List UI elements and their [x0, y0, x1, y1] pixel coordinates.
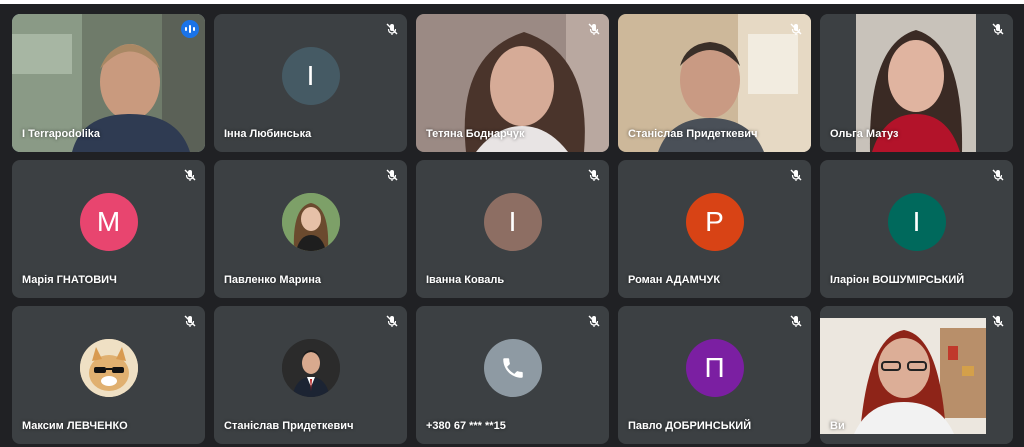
participant-name: Ви	[830, 420, 845, 432]
participant-name: Тетяна Боднарчук	[426, 128, 525, 140]
participant-tile[interactable]: Павленко Марина	[214, 160, 407, 298]
mic-off-icon	[183, 314, 197, 328]
participant-name: Іларіон ВОШУМІРСЬКИЙ	[830, 274, 965, 286]
audio-level-icon	[181, 20, 199, 38]
mic-off-icon	[991, 314, 1005, 328]
mic-off-icon	[789, 168, 803, 182]
participant-tile[interactable]: I Terrapodolika	[12, 14, 205, 152]
mic-off-icon	[385, 22, 399, 36]
participant-tile[interactable]: P Роман АДАМЧУК	[618, 160, 811, 298]
mic-off-icon	[385, 168, 399, 182]
avatar: P	[685, 193, 744, 251]
mic-off-icon	[991, 22, 1005, 36]
mic-off-icon	[991, 168, 1005, 182]
participant-tile[interactable]: Ольга Матуз	[820, 14, 1013, 152]
mic-off-icon	[587, 314, 601, 328]
avatar-photo	[79, 339, 138, 397]
avatar-photo	[281, 193, 340, 251]
phone-icon	[483, 339, 542, 397]
participant-name: Іванна Коваль	[426, 274, 505, 286]
mic-off-icon	[385, 314, 399, 328]
participant-tile[interactable]: I Іларіон ВОШУМІРСЬКИЙ	[820, 160, 1013, 298]
participant-name: Інна Любинська	[224, 128, 312, 140]
avatar: I	[483, 193, 542, 251]
participant-video	[820, 306, 1013, 444]
mic-off-icon	[183, 168, 197, 182]
participant-tile[interactable]: I Іванна Коваль	[416, 160, 609, 298]
participant-name: +380 67 *** **15	[426, 420, 506, 432]
meeting-video-grid: I Terrapodolika I Інна Любинська Тетяна …	[0, 4, 1024, 447]
participant-tile[interactable]: M Марія ГНАТОВИЧ	[12, 160, 205, 298]
participant-tile[interactable]: Станіслав Придеткевич	[618, 14, 811, 152]
mic-off-icon	[789, 314, 803, 328]
avatar: I	[281, 47, 340, 105]
participant-tile[interactable]: +380 67 *** **15	[416, 306, 609, 444]
participant-name: Павленко Марина	[224, 274, 322, 286]
avatar: M	[79, 193, 138, 251]
participant-tile[interactable]: Максим ЛЕВЧЕНКО	[12, 306, 205, 444]
participant-name: Ольга Матуз	[830, 128, 899, 140]
avatar-photo	[281, 339, 340, 397]
participant-name: Роман АДАМЧУК	[628, 274, 721, 286]
participant-name: Станіслав Придеткевич	[628, 128, 758, 140]
participant-name: Станіслав Придеткевич	[224, 420, 354, 432]
avatar: П	[685, 339, 744, 397]
participant-tile[interactable]: Тетяна Боднарчук	[416, 14, 609, 152]
participant-tile[interactable]: Станіслав Придеткевич	[214, 306, 407, 444]
mic-off-icon	[789, 22, 803, 36]
mic-off-icon	[587, 168, 601, 182]
avatar: I	[887, 193, 946, 251]
participant-tile[interactable]: I Інна Любинська	[214, 14, 407, 152]
participant-tile[interactable]: П Павло ДОБРИНСЬКИЙ	[618, 306, 811, 444]
participant-name: Марія ГНАТОВИЧ	[22, 274, 117, 286]
participant-name: I Terrapodolika	[22, 128, 101, 140]
participant-tile[interactable]: Ви	[820, 306, 1013, 444]
participant-name: Максим ЛЕВЧЕНКО	[22, 420, 128, 432]
mic-off-icon	[587, 22, 601, 36]
participant-name: Павло ДОБРИНСЬКИЙ	[628, 420, 752, 432]
